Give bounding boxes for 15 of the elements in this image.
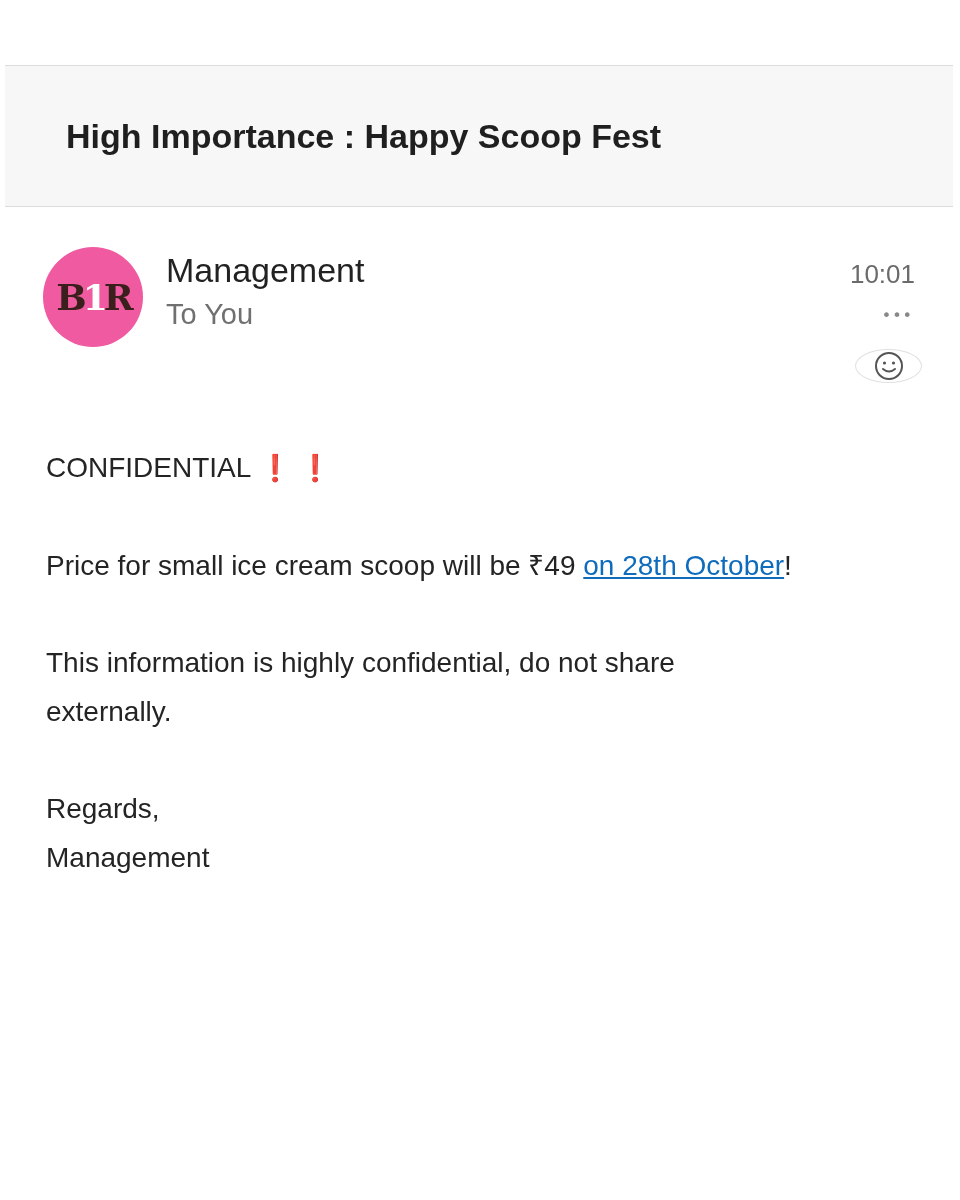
exclamation-icon: ❗: [259, 453, 292, 483]
sender-name: Management: [166, 251, 366, 290]
price-sentence: Price for small ice cream scoop will be ₹49 on 28th October!: [46, 549, 793, 583]
closing-text: Regards,: [46, 792, 161, 826]
signature-text: Management: [46, 841, 211, 875]
date-link[interactable]: on 28th October: [583, 550, 785, 581]
message-time: 10:01: [849, 259, 915, 290]
subject-title: High Importance : Happy Scoop Fest: [66, 116, 662, 156]
confidential-label: CONFIDENTIAL: [46, 452, 252, 483]
more-options-button[interactable]: •••: [881, 306, 913, 325]
recipient-label: To You: [166, 298, 255, 331]
notice-text: This information is highly confidential, do not share externally.: [46, 646, 676, 729]
exclamation-icon: ❗: [299, 453, 332, 483]
smiley-icon: [873, 351, 904, 381]
avatar-logo: B1R: [56, 276, 130, 318]
